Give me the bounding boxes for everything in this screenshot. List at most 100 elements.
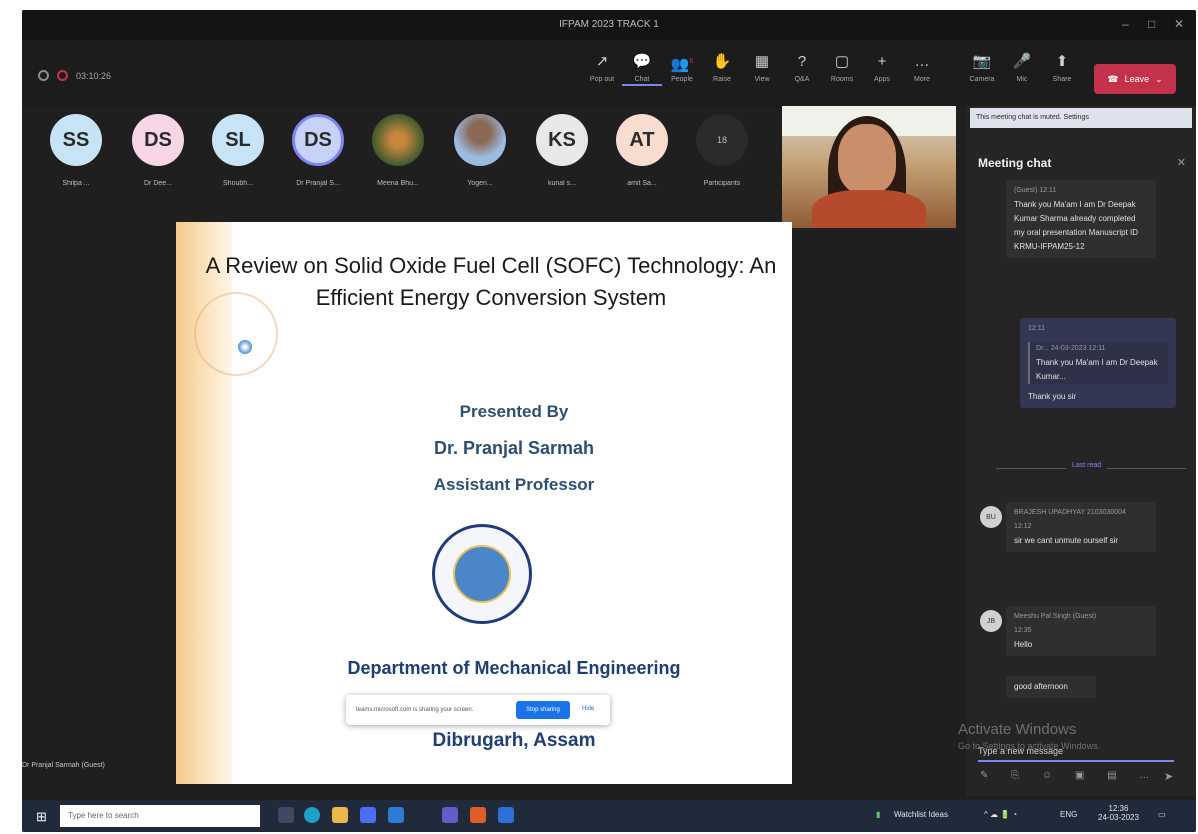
presenter-label: Dr Pranjal Sarmah (Guest) [22, 762, 105, 769]
avatar: SS [50, 114, 102, 166]
chat-button[interactable]: 💬 Chat [622, 52, 662, 86]
participants-overflow[interactable]: 18 Participants [682, 114, 762, 187]
leave-button[interactable]: ☎ Leave ⌄ [1094, 64, 1176, 94]
mic-icon: 🎤 [1012, 53, 1032, 70]
message-text: sir we cant unmute ourself sir [1014, 536, 1119, 545]
maximize-button[interactable]: □ [1148, 17, 1155, 31]
windows-taskbar: ⊞ Type here to search ▮ Watchlist Ideas … [22, 800, 1196, 832]
people-button[interactable]: 👥6 People [662, 52, 702, 83]
speaker-video-tile[interactable] [782, 106, 956, 228]
mail-icon[interactable] [388, 807, 404, 823]
meeting-timer: 03:10:26 [38, 70, 111, 81]
file-explorer-icon[interactable] [332, 807, 348, 823]
teams-icon[interactable] [442, 807, 458, 823]
chat-message-own: 12:11 Dr... 24-03-2023 12:11 Thank you M… [1020, 318, 1176, 408]
message-author: Meeshu Pal Singh (Guest) [1014, 613, 1097, 620]
chat-message: Meeshu Pal Singh (Guest) 12:35 Hello [1006, 606, 1156, 656]
close-window-button[interactable]: ✕ [1174, 17, 1184, 31]
avatar: JB [980, 610, 1002, 632]
slide-title: A Review on Solid Oxide Fuel Cell (SOFC)… [205, 253, 777, 310]
chat-message: BRAJESH UPADHYAY 2103030004 12:12 sir we… [1006, 502, 1156, 552]
camera-label: Camera [969, 76, 995, 83]
avatar: BU [980, 506, 1002, 528]
last-read-divider: Last read [996, 462, 1186, 469]
participant-name: Dr Pranjal S... [296, 180, 340, 187]
university-logo [432, 524, 532, 624]
department: Department of Mechanical Engineering [347, 658, 681, 678]
system-tray-icons[interactable]: ^ ☁ 🔋 ◔ [984, 810, 1017, 819]
share-bar-text: teams.microsoft.com is sharing your scre… [356, 707, 474, 713]
meeting-chat-panel: This meeting chat is muted. Settings Mee… [966, 106, 1196, 796]
recording-icon [57, 70, 68, 81]
view-button[interactable]: ▦ View [742, 52, 782, 83]
grid-icon: ▦ [754, 53, 770, 70]
view-label: View [754, 76, 770, 83]
participant-tile[interactable]: KS kunal s... [522, 114, 602, 187]
participant-name: Shilpa ... [62, 180, 90, 187]
presenter-name: Dr. Pranjal Sarmah [433, 438, 595, 458]
hide-button[interactable]: Hide [582, 706, 594, 712]
avatar: AT [616, 114, 668, 166]
participant-tile[interactable]: SS Shilpa ... [36, 114, 116, 187]
minimize-button[interactable]: – [1122, 17, 1129, 31]
rooms-button[interactable]: ▢ Rooms [822, 52, 862, 83]
compose-toolbar[interactable]: ✎ ⎘ ☺ ▣ ▤ … [980, 770, 1159, 781]
designation: Assistant Professor [433, 475, 595, 494]
taskbar-search-input[interactable]: Type here to search [60, 805, 260, 827]
message-author: BRAJESH UPADHYAY 2103030004 [1014, 509, 1126, 516]
rooms-icon: ▢ [834, 53, 850, 70]
camera-icon: 📷 [972, 53, 992, 70]
qa-button[interactable]: ? Q&A [782, 52, 822, 83]
notification-icon[interactable]: ▭ [1158, 810, 1166, 819]
share-icon: ⬆ [1055, 53, 1069, 70]
message-text: Hello [1014, 640, 1033, 649]
chat-icon: 💬 [632, 53, 652, 70]
shared-slide: A Review on Solid Oxide Fuel Cell (SOFC)… [176, 222, 792, 784]
participant-tile[interactable]: DS Dr Dee... [118, 114, 198, 187]
participant-tile[interactable]: Meena Bhu... [358, 114, 438, 187]
avatar: 18 [696, 114, 748, 166]
screen-share-bar: teams.microsoft.com is sharing your scre… [346, 695, 610, 725]
send-icon[interactable]: ➤ [1164, 770, 1173, 783]
teams-meeting-window: IFPAM 2023 TRACK 1 – □ ✕ 03:10:26 ↗ Pop … [22, 10, 1196, 832]
participant-tile-speaking[interactable]: DS Dr Pranjal S... [278, 114, 358, 187]
participant-name: Shoubh... [223, 180, 253, 187]
chevron-down-icon[interactable]: ⌄ [1155, 74, 1163, 85]
clock[interactable]: 12:36 24-03-2023 [1098, 804, 1139, 822]
app-icon[interactable] [498, 807, 514, 823]
avatar: DS [132, 114, 184, 166]
question-icon: ? [797, 53, 807, 70]
participant-tile[interactable]: AT amit Sa... [602, 114, 682, 187]
apps-icon: + [877, 53, 887, 70]
chart-icon[interactable]: ▮ [876, 810, 880, 819]
chrome-icon[interactable] [470, 807, 486, 823]
language-indicator[interactable]: ENG [1060, 810, 1077, 819]
shield-icon [38, 70, 49, 81]
share-button[interactable]: ⬆ Share [1042, 52, 1082, 83]
pop-out-button[interactable]: ↗ Pop out [582, 52, 622, 83]
message-text: Thank you sir [1028, 392, 1077, 401]
chat-message: good afternoon [1006, 676, 1096, 698]
participant-tile[interactable]: SL Shoubh... [198, 114, 278, 187]
people-badge: 6 [689, 58, 694, 65]
stop-sharing-button[interactable]: Stop sharing [516, 701, 570, 719]
task-view-icon[interactable] [278, 807, 294, 823]
store-icon[interactable] [360, 807, 376, 823]
phone-icon: ☎ [1107, 73, 1119, 84]
participant-name: amit Sa... [627, 180, 657, 187]
message-time: 12:35 [1014, 627, 1032, 634]
apps-button[interactable]: + Apps [862, 52, 902, 83]
edge-icon[interactable] [304, 807, 320, 823]
watchlist-widget[interactable]: Watchlist Ideas [894, 810, 948, 819]
windows-start-icon[interactable]: ⊞ [36, 809, 47, 825]
leave-label: Leave [1124, 74, 1150, 84]
more-button[interactable]: … More [902, 52, 942, 83]
camera-button[interactable]: 📷 Camera [962, 52, 1002, 83]
mic-button[interactable]: 🎤 Mic [1002, 52, 1042, 83]
participant-tile[interactable]: Yogen... [440, 114, 520, 187]
raise-hand-button[interactable]: ✋ Raise [702, 52, 742, 83]
raise-label: Raise [713, 76, 731, 83]
close-icon[interactable]: ✕ [1177, 156, 1186, 169]
activate-windows-watermark: Activate Windows Go to Settings to activ… [958, 721, 1101, 752]
people-icon: 👥6 [670, 56, 694, 73]
